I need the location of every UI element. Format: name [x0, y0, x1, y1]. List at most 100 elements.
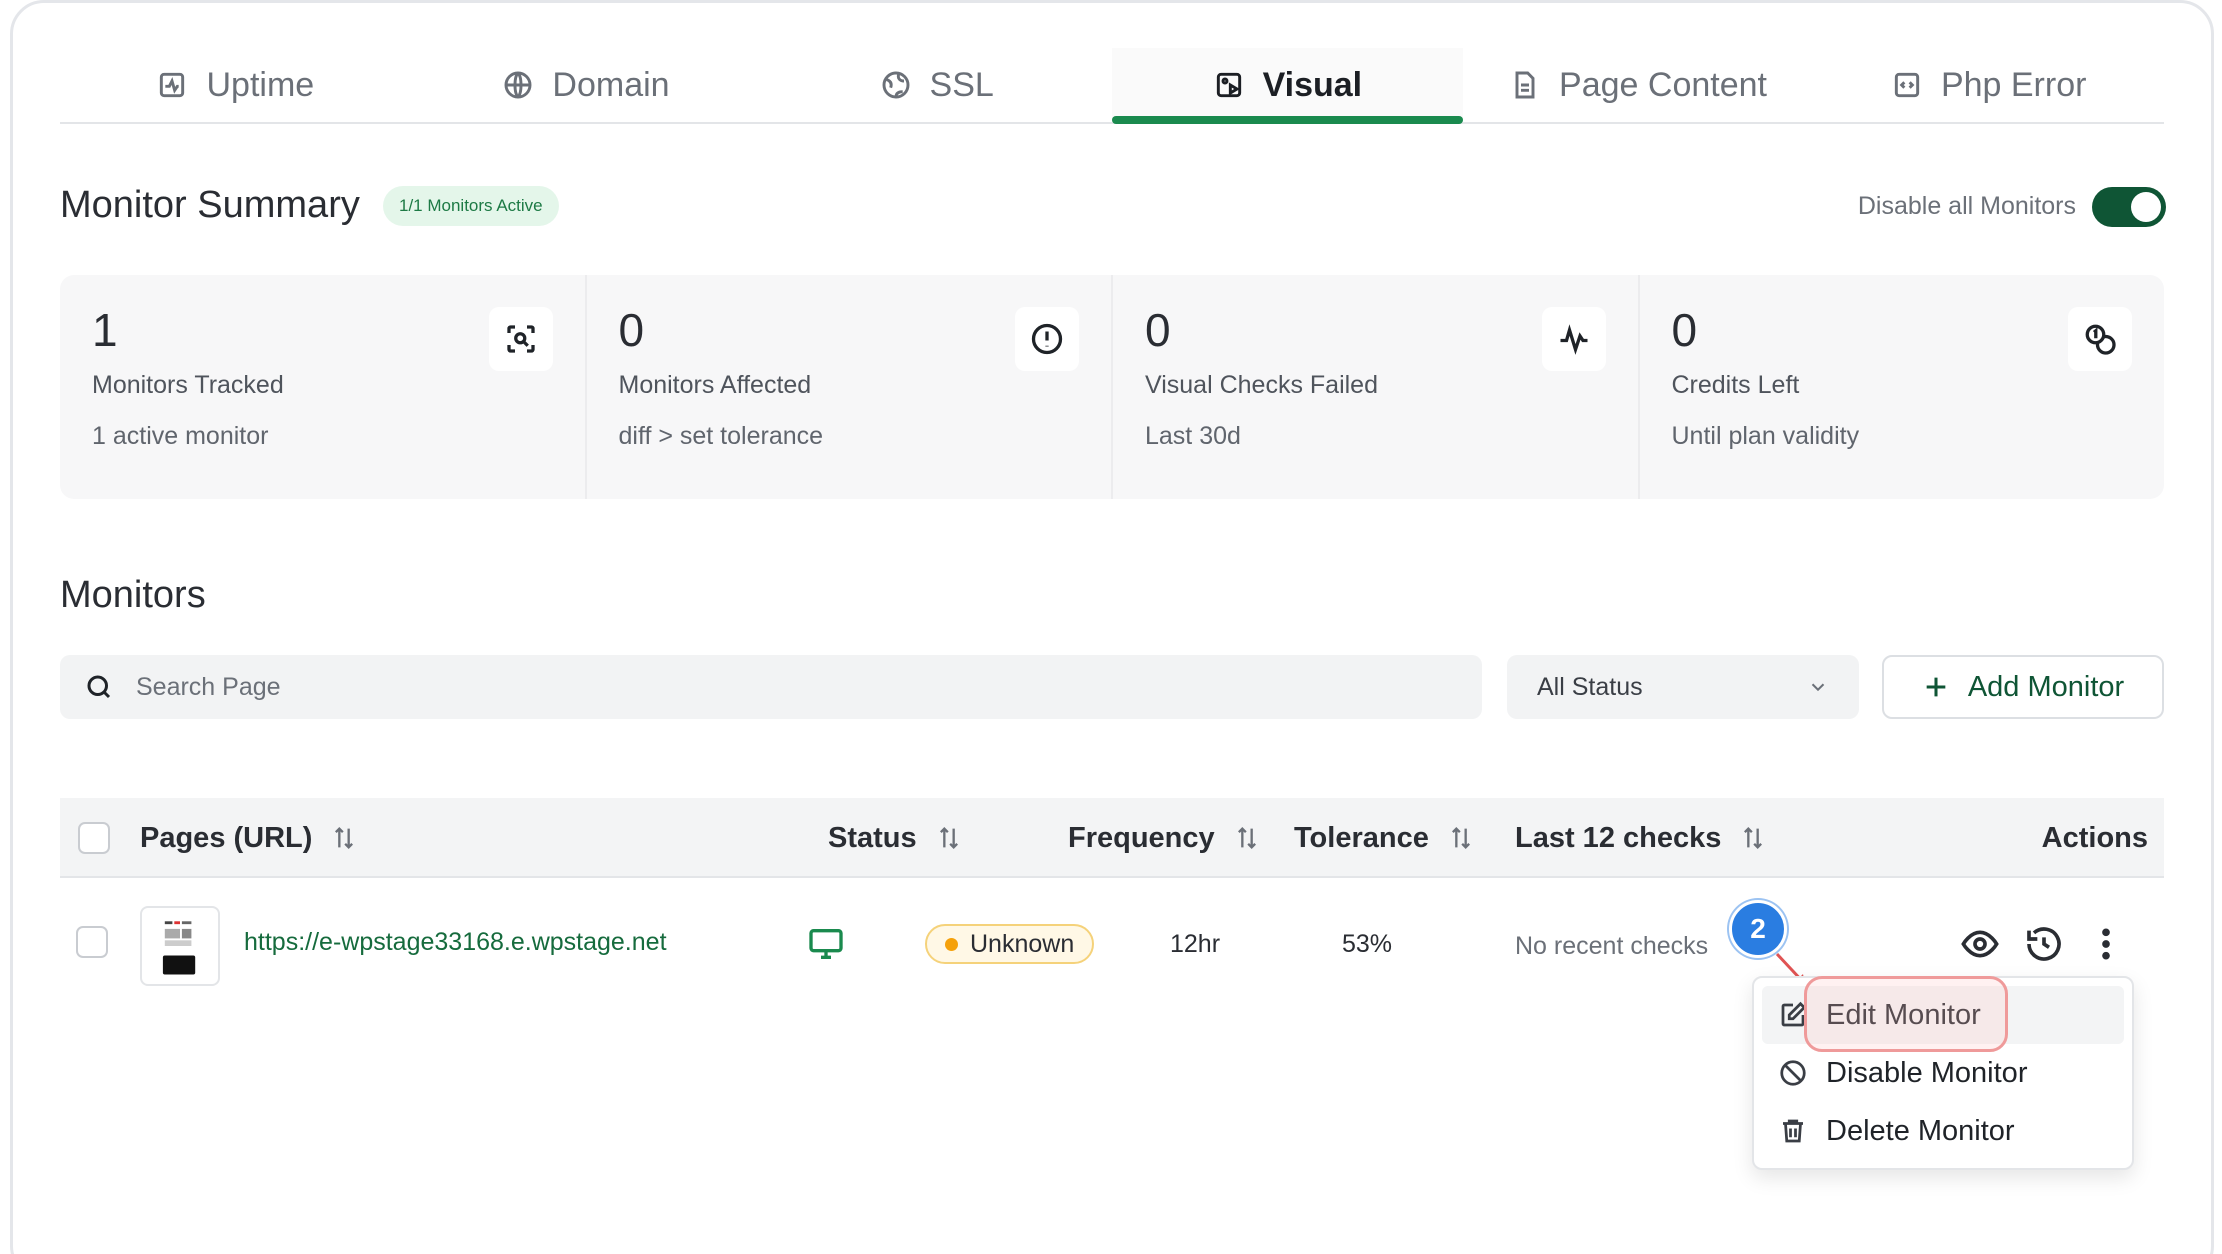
status-text: Unknown — [970, 929, 1075, 958]
stat-value: 0 — [1145, 304, 1171, 356]
tab-php-error[interactable]: Php Error — [1813, 48, 2164, 122]
stat-value: 0 — [1671, 304, 1698, 356]
column-label: Pages (URL) — [140, 821, 313, 854]
column-label: Tolerance — [1294, 821, 1429, 854]
select-all-cell — [78, 798, 110, 878]
stat-label: Monitors Tracked — [92, 371, 284, 399]
frequency-value: 12hr — [1170, 930, 1220, 959]
search-icon — [87, 675, 111, 699]
history-icon[interactable] — [2024, 924, 2064, 964]
last-checks-value: No recent checks — [1515, 932, 1708, 961]
stat-subtext: 1 active monitor — [92, 422, 269, 450]
menu-item-disable-monitor[interactable]: Disable Monitor — [1762, 1044, 2124, 1102]
trash-icon — [1783, 1119, 1803, 1143]
pulse-icon — [1541, 307, 1606, 371]
table-header: Pages (URL) Status Frequency Tolerance L… — [60, 798, 2164, 878]
column-label: Status — [828, 821, 917, 854]
menu-item-label: Disable Monitor — [1826, 1056, 2028, 1089]
plus-icon — [1926, 677, 1946, 697]
tab-visual[interactable]: Visual — [1112, 48, 1463, 124]
column-frequency[interactable]: Frequency — [1068, 798, 1261, 878]
tab-label: Domain — [552, 65, 670, 104]
stats-panel: 1 Monitors Tracked 1 active monitor 0 Mo… — [60, 275, 2164, 499]
page-url-link[interactable]: https://e-wpstage33168.e.wpstage.net — [244, 928, 667, 957]
add-monitor-button[interactable]: Add Monitor — [1882, 655, 2164, 719]
menu-item-edit-monitor[interactable]: Edit Monitor — [1762, 986, 2124, 1044]
tab-label: Page Content — [1559, 65, 1767, 104]
code-icon — [1894, 72, 1920, 98]
document-icon — [1515, 71, 1535, 99]
monitor-summary-title: Monitor Summary — [60, 184, 360, 226]
more-vertical-icon[interactable] — [2086, 924, 2126, 964]
status-dot — [945, 937, 958, 951]
sort-icon — [335, 827, 354, 849]
stat-label: Visual Checks Failed — [1145, 371, 1378, 399]
alert-circle-icon — [1015, 307, 1079, 371]
search-bar — [60, 655, 1482, 719]
monitors-title: Monitors — [60, 574, 206, 616]
ban-icon — [1780, 1060, 1806, 1086]
status-filter-select[interactable]: All Status — [1507, 655, 1859, 719]
visual-image-icon — [1216, 72, 1241, 98]
coins-icon — [2068, 307, 2132, 371]
menu-item-label: Edit Monitor — [1826, 998, 1981, 1031]
globe-icon — [504, 71, 532, 99]
step-marker: 2 — [1729, 900, 1787, 958]
sort-icon — [1744, 827, 1763, 849]
column-label: Frequency — [1068, 821, 1215, 854]
sort-icon — [939, 827, 958, 849]
tab-label: Visual — [1262, 65, 1363, 104]
menu-item-delete-monitor[interactable]: Delete Monitor — [1762, 1102, 2124, 1160]
edit-icon — [1781, 1001, 1807, 1027]
scan-search-icon — [488, 307, 553, 371]
column-last-checks[interactable]: Last 12 checks — [1515, 798, 1767, 878]
column-label: Last 12 checks — [1515, 821, 1722, 854]
stat-card-affected: 0 Monitors Affected diff > set tolerance — [587, 275, 1113, 499]
stat-label: Credits Left — [1671, 371, 1800, 399]
disable-all-label: Disable all Monitors — [1857, 192, 2076, 220]
stat-value: 1 — [92, 304, 118, 356]
column-status[interactable]: Status — [828, 798, 963, 878]
tab-uptime[interactable]: Uptime — [60, 48, 411, 122]
column-actions: Actions — [2042, 798, 2148, 878]
toggle-knob — [2131, 192, 2161, 222]
tolerance-text: 53% — [1342, 930, 1393, 958]
tab-bar: Uptime Domain SSL Visual Page Content Ph… — [60, 48, 2164, 124]
activity-icon — [160, 72, 185, 98]
add-monitor-label: Add Monitor — [1967, 670, 2125, 703]
row-checkbox[interactable] — [76, 926, 108, 958]
stat-label: Monitors Affected — [618, 371, 812, 399]
stat-card-failed: 0 Visual Checks Failed Last 30d — [1113, 275, 1640, 499]
active-monitors-badge: 1/1 Monitors Active — [383, 186, 559, 226]
stat-card-tracked: 1 Monitors Tracked 1 active monitor — [60, 275, 587, 499]
status-badge: Unknown — [925, 924, 1095, 964]
last-checks-text: No recent checks — [1515, 932, 1709, 960]
tab-label: Uptime — [206, 65, 315, 104]
ssl-globe-icon — [882, 71, 910, 99]
stat-subtext: diff > set tolerance — [618, 422, 824, 450]
select-all-checkbox[interactable] — [78, 822, 110, 854]
page-thumbnail — [140, 906, 220, 986]
row-select-cell — [76, 926, 108, 958]
stat-subtext: Last 30d — [1145, 422, 1241, 450]
status-filter-value: All Status — [1537, 672, 1643, 701]
row-actions-menu: Edit Monitor Disable Monitor Delete Moni… — [1752, 976, 2134, 1170]
tab-page-content[interactable]: Page Content — [1463, 48, 1814, 122]
disable-all-toggle[interactable] — [2092, 187, 2166, 227]
tab-domain[interactable]: Domain — [411, 48, 762, 122]
tab-label: SSL — [929, 65, 994, 104]
column-tolerance[interactable]: Tolerance — [1294, 798, 1475, 878]
sort-icon — [1451, 827, 1470, 849]
column-pages[interactable]: Pages (URL) — [140, 798, 358, 878]
stat-value: 0 — [618, 304, 645, 356]
eye-icon[interactable] — [1960, 924, 2000, 964]
chevron-down-icon — [1811, 683, 1825, 692]
column-label: Actions — [2041, 821, 2148, 854]
frequency-text: 12hr — [1170, 930, 1221, 958]
tab-label: Php Error — [1940, 65, 2087, 104]
search-input[interactable] — [136, 672, 1436, 702]
sort-icon — [1237, 827, 1256, 849]
tolerance-value: 53% — [1342, 930, 1392, 959]
desktop-icon — [806, 924, 846, 964]
tab-ssl[interactable]: SSL — [761, 48, 1112, 122]
